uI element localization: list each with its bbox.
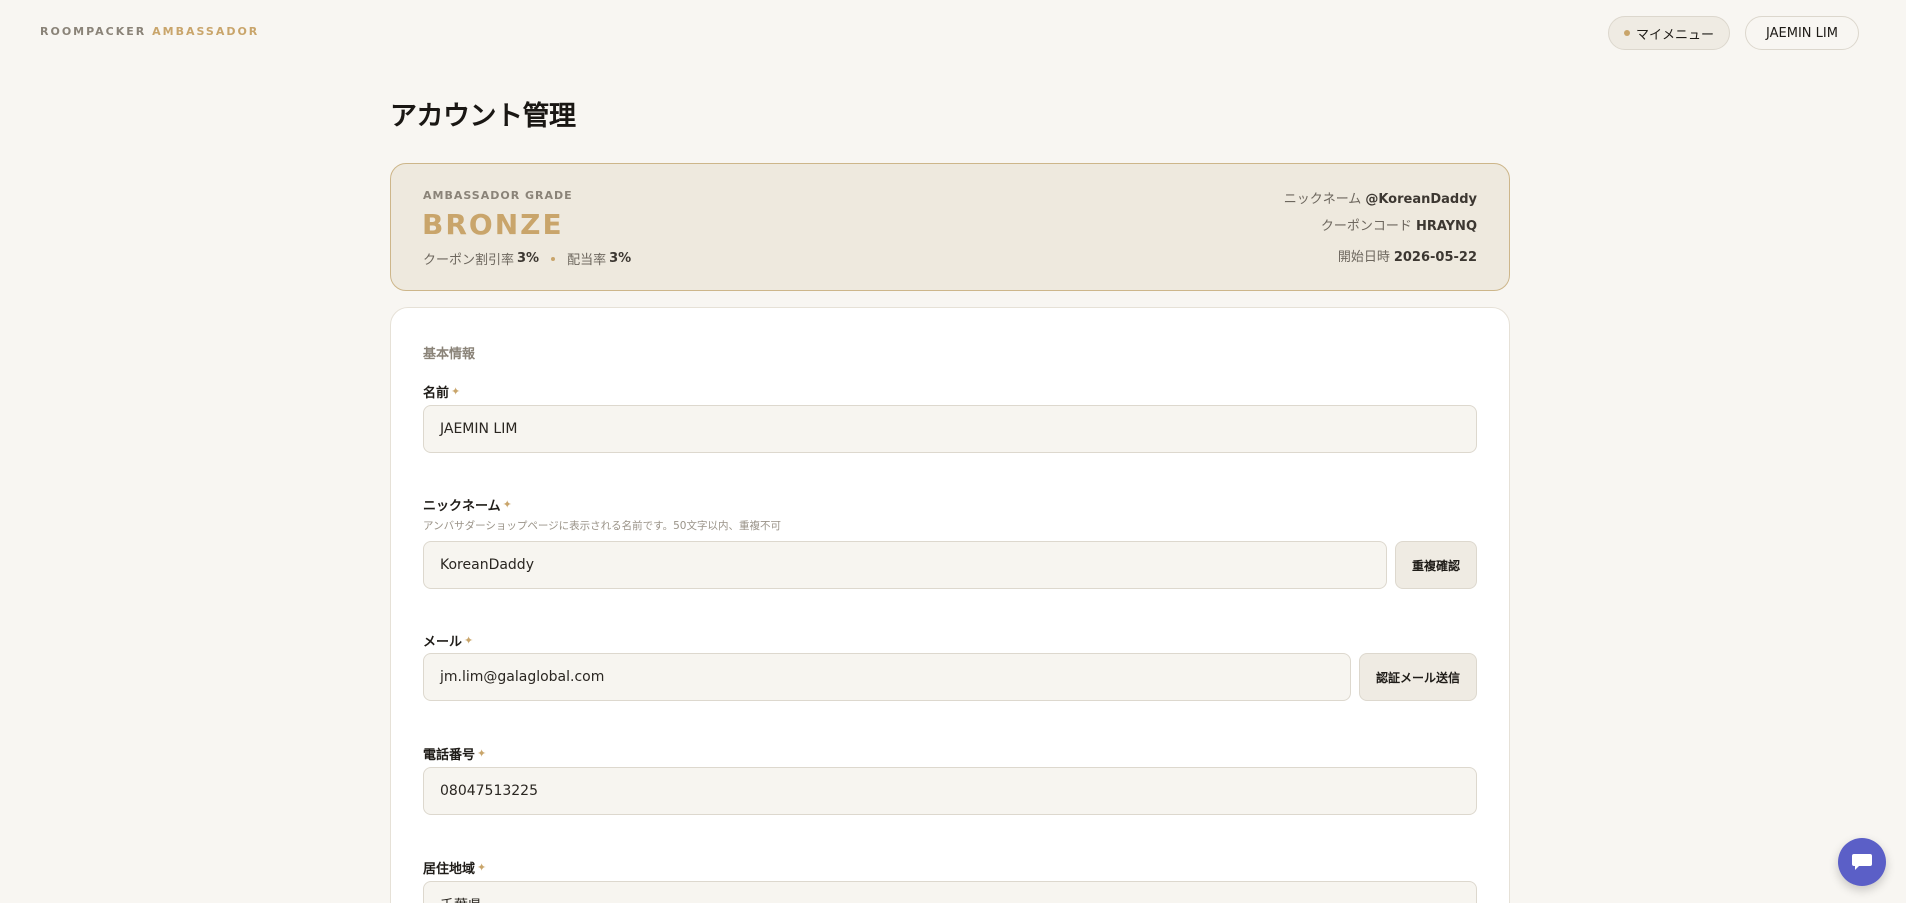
start-date-value: 2026-05-22 xyxy=(1393,250,1477,265)
region-value: 千葉県 xyxy=(440,895,482,903)
required-mark-icon: ✦ xyxy=(451,385,461,398)
name-input[interactable]: JAEMIN LIM xyxy=(423,405,1477,453)
grade-value: BRONZE xyxy=(422,208,564,241)
region-label-text: 居住地域 xyxy=(423,862,476,877)
required-mark-icon: ✦ xyxy=(502,498,512,511)
nickname-input[interactable]: KoreanDaddy xyxy=(423,541,1387,589)
send-verification-button[interactable]: 認証メール送信 xyxy=(1359,653,1477,701)
top-bar: ROOMPACKER AMBASSADOR マイメニュー JAEMIN LIM xyxy=(0,0,1906,64)
region-label: 居住地域 ✦ xyxy=(423,858,486,877)
nickname-hint: アンバサダーショップページに表示される名前です。50文字以内、重複不可 xyxy=(423,520,781,532)
status-dot-icon xyxy=(1623,30,1630,36)
check-duplicate-button[interactable]: 重複確認 xyxy=(1395,541,1477,589)
dividend-value: 3% xyxy=(609,251,632,266)
coupon-code-value: HRAYNQ xyxy=(1415,219,1477,234)
separator-dot xyxy=(551,256,556,261)
coupon-rate-value: 3% xyxy=(517,251,540,266)
dividend-label: 配当率 xyxy=(567,253,607,268)
start-date-meta: 開始日時 2026-05-22 xyxy=(1338,246,1477,265)
nickname-meta-label: ニックネーム xyxy=(1283,192,1362,207)
my-menu-label: マイメニュー xyxy=(1635,27,1714,43)
start-date-label: 開始日時 xyxy=(1337,250,1390,265)
required-mark-icon: ✦ xyxy=(477,861,487,874)
chat-bubble-icon[interactable] xyxy=(1838,838,1886,886)
region-select[interactable]: 千葉県 ⌄ xyxy=(423,881,1477,903)
email-label-text: メール xyxy=(423,635,463,650)
user-label: JAEMIN LIM xyxy=(1766,25,1838,41)
required-mark-icon: ✦ xyxy=(477,747,487,760)
coupon-code-meta: クーポンコード HRAYNQ xyxy=(1321,215,1477,234)
my-menu-button[interactable]: マイメニュー xyxy=(1608,16,1730,50)
nickname-meta-value: @KoreanDaddy xyxy=(1365,192,1477,207)
grade-rates: クーポン割引率 3% 配当率 3% xyxy=(423,249,631,268)
required-mark-icon: ✦ xyxy=(464,634,474,647)
section-title: 基本情報 xyxy=(423,347,476,362)
brand-accent: AMBASSADOR xyxy=(152,25,260,38)
page-title: アカウント管理 xyxy=(390,101,576,132)
basic-info-form: 基本情報 名前 ✦ JAEMIN LIM ニックネーム ✦ アンバサダーショップペー… xyxy=(390,307,1510,903)
user-button[interactable]: JAEMIN LIM xyxy=(1745,16,1859,50)
grade-card: AMBASSADOR GRADE BRONZE クーポン割引率 3% 配当率 3… xyxy=(390,163,1510,291)
chevron-down-icon: ⌄ xyxy=(1449,896,1460,903)
nickname-meta: ニックネーム @KoreanDaddy xyxy=(1284,188,1477,207)
coupon-code-label: クーポンコード xyxy=(1320,219,1412,234)
brand-primary: ROOMPACKER xyxy=(40,25,147,38)
name-label: 名前 ✦ xyxy=(423,382,460,401)
email-label: メール ✦ xyxy=(423,631,473,650)
coupon-rate-label: クーポン割引率 xyxy=(423,253,515,268)
nickname-label: ニックネーム ✦ xyxy=(423,495,512,514)
nickname-label-text: ニックネーム xyxy=(423,499,501,514)
brand-logo[interactable]: ROOMPACKER AMBASSADOR xyxy=(40,25,259,38)
email-input[interactable]: jm.lim@galaglobal.com xyxy=(423,653,1351,701)
grade-label: AMBASSADOR GRADE xyxy=(423,189,573,202)
name-label-text: 名前 xyxy=(423,386,450,401)
phone-label-text: 電話番号 xyxy=(423,748,476,763)
phone-input[interactable]: 08047513225 xyxy=(423,767,1477,815)
phone-label: 電話番号 ✦ xyxy=(423,744,486,763)
